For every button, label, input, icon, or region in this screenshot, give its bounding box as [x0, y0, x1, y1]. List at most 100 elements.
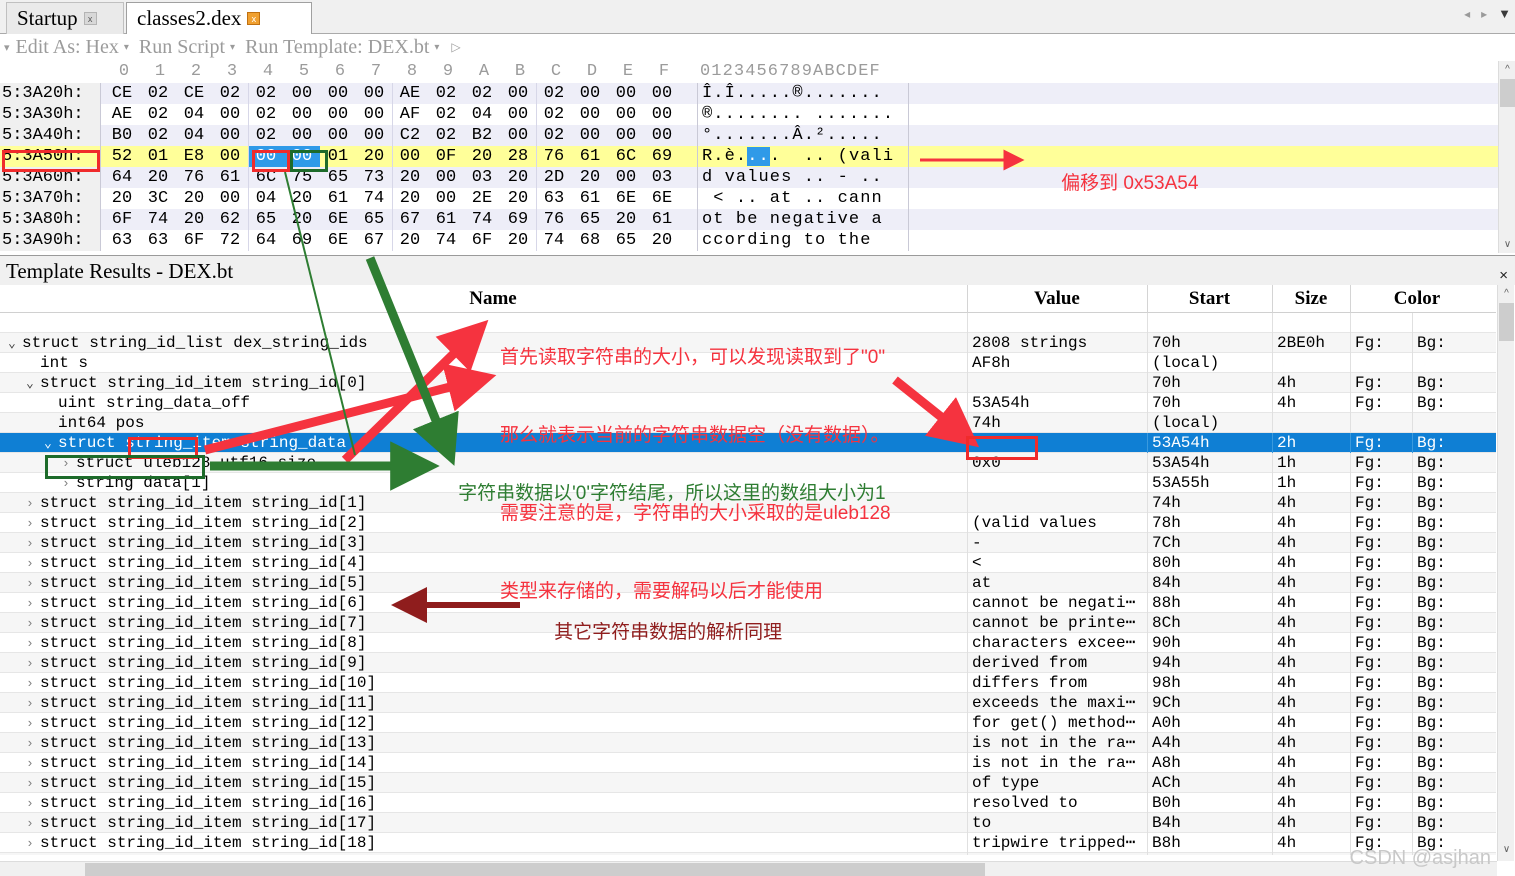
hex-byte[interactable]: 00 [644, 104, 680, 125]
hex-byte[interactable]: 69 [284, 230, 320, 251]
chevron-right-icon[interactable]: › [26, 674, 40, 694]
hex-row-ascii[interactable]: ®........ ....... [697, 104, 909, 125]
hex-byte[interactable]: 61 [572, 188, 608, 209]
hex-byte[interactable]: 69 [500, 209, 536, 230]
chevron-right-icon[interactable]: › [26, 574, 40, 594]
tree-node[interactable]: › struct string_id_item string_id[8] [26, 633, 366, 654]
tab-next-icon[interactable]: ▸ [1481, 7, 1487, 21]
hex-byte[interactable]: 63 [536, 188, 572, 209]
hex-vertical-scrollbar[interactable]: ^ ∨ [1498, 61, 1515, 253]
hex-byte[interactable]: 20 [176, 209, 212, 230]
tree-node[interactable]: › struct string_id_item string_id[15] [26, 773, 376, 794]
hex-byte[interactable]: 00 [356, 83, 392, 104]
chevron-right-icon[interactable]: › [26, 814, 40, 834]
hex-byte[interactable]: 00 [500, 83, 536, 104]
run-template-value[interactable]: DEX.bt [368, 36, 430, 59]
table-row[interactable]: › struct string_id_item string_id[11] exce… [0, 693, 1496, 713]
hex-row-ascii[interactable]: R.è.... .. (vali [697, 146, 909, 167]
tree-node[interactable]: › struct string_id_item string_id[13] [26, 733, 376, 754]
hex-row-ascii[interactable]: Î.Î.....®....... [697, 83, 909, 104]
hex-row-ascii[interactable]: ot be negative a [697, 209, 909, 230]
hex-byte[interactable]: 02 [248, 125, 284, 146]
tree-node[interactable]: › struct string_id_item string_id[9] [26, 653, 366, 674]
scroll-down-icon[interactable]: ∨ [1498, 841, 1515, 858]
hex-byte[interactable]: 02 [248, 83, 284, 104]
hex-byte[interactable]: 64 [104, 167, 140, 188]
hex-byte[interactable]: 74 [536, 230, 572, 251]
hex-byte[interactable]: 20 [500, 230, 536, 251]
tree-node[interactable]: ⌄ struct string_id_item string_id[0] [26, 373, 366, 394]
chevron-right-icon[interactable]: › [26, 514, 40, 534]
tab-prev-icon[interactable]: ◂ [1464, 7, 1470, 21]
tree-node[interactable]: › struct string_id_item string_id[2] [26, 513, 366, 534]
table-row[interactable]: uint string_data_off 53A54h 70h 4h Fg: Bg: [0, 393, 1496, 413]
table-row[interactable]: int s AF8h (local) [0, 353, 1496, 373]
table-row[interactable]: › struct string_id_item string_id[18] trip… [0, 833, 1496, 853]
hex-byte[interactable]: 00 [500, 104, 536, 125]
run-play-icon[interactable]: ▷ [451, 40, 460, 55]
table-row[interactable]: › struct string_id_item string_id[7] canno… [0, 613, 1496, 633]
hex-byte[interactable]: 02 [428, 125, 464, 146]
hex-row-ascii[interactable]: < .. at .. cann [697, 188, 909, 209]
hex-byte[interactable]: 00 [320, 104, 356, 125]
tab-classes2-dex[interactable]: classes2.dex x [126, 2, 312, 34]
table-row[interactable]: › struct string_id_item string_id[8] chara… [0, 633, 1496, 653]
tree-node[interactable]: int64 pos [44, 413, 144, 434]
hex-byte[interactable]: 04 [176, 125, 212, 146]
hex-row[interactable]: 5:3A30h: AE 02 04 00 02 00 00 00 AF 02 04 00 02 00 00 00… [0, 104, 1500, 125]
chevron-right-icon[interactable]: › [26, 834, 40, 854]
hex-byte[interactable]: C2 [392, 125, 428, 146]
close-icon[interactable]: x [83, 12, 97, 25]
table-row[interactable]: › struct string_id_item string_id[14] is n… [0, 753, 1496, 773]
table-row[interactable]: ⌄ struct string_id_item string_id[0] 70h 4h… [0, 373, 1496, 393]
chevron-down-icon[interactable]: ▾ [124, 42, 129, 53]
pin-icon[interactable]: ▾ [4, 41, 10, 54]
tree-node[interactable]: › struct string_id_item string_id[5] [26, 573, 366, 594]
hex-byte[interactable]: 02 [428, 104, 464, 125]
hex-row-ascii[interactable]: ccording to the [697, 230, 909, 251]
hex-byte[interactable]: 02 [428, 83, 464, 104]
hex-row[interactable]: 5:3A90h: 63 63 6F 72 64 69 6E 67 20 74 6F 20 74 68 65 20… [0, 230, 1500, 251]
hex-row-ascii[interactable]: °.......Â.²..... [697, 125, 909, 146]
hex-byte[interactable]: 00 [572, 125, 608, 146]
hex-byte[interactable]: 00 [428, 167, 464, 188]
hex-byte[interactable]: 61 [572, 146, 608, 167]
hex-byte[interactable]: 72 [212, 230, 248, 251]
chevron-down-icon[interactable]: ▾ [230, 42, 235, 53]
hex-byte[interactable]: 04 [248, 188, 284, 209]
tree-node[interactable]: › struct string_id_item string_id[14] [26, 753, 376, 774]
tree-node[interactable]: › struct string_id_item string_id[16] [26, 793, 376, 814]
hex-byte[interactable]: 64 [248, 230, 284, 251]
chevron-right-icon[interactable]: › [26, 854, 40, 855]
chevron-right-icon[interactable]: › [26, 494, 40, 514]
tree-node[interactable]: › struct string_id_item string_id[12] [26, 713, 376, 734]
hex-byte[interactable]: E8 [176, 146, 212, 167]
table-row[interactable]: › struct string_id_item string_id[15] of t… [0, 773, 1496, 793]
column-header-color[interactable]: Color [1351, 288, 1483, 310]
hex-byte[interactable]: 73 [356, 167, 392, 188]
hex-byte[interactable]: 20 [392, 188, 428, 209]
hex-byte[interactable]: 00 [644, 83, 680, 104]
chevron-down-icon[interactable]: ⌄ [44, 434, 58, 454]
tree-node[interactable]: ›struct string_id_item string_id[19] [26, 853, 376, 855]
hex-byte[interactable]: 20 [356, 146, 392, 167]
hex-byte[interactable]: CE [104, 83, 140, 104]
hex-byte[interactable]: 61 [320, 188, 356, 209]
hex-byte[interactable]: 65 [572, 209, 608, 230]
hex-byte[interactable]: 02 [248, 104, 284, 125]
hex-byte[interactable]: 6F [104, 209, 140, 230]
hex-byte[interactable]: 20 [392, 230, 428, 251]
hex-row-ascii[interactable]: d values .. - .. [697, 167, 909, 188]
hex-row[interactable]: 5:3A20h: CE 02 CE 02 02 00 00 00 AE 02 02 00 02 00 00 00… [0, 83, 1500, 104]
hex-byte[interactable]: 67 [356, 230, 392, 251]
chevron-right-icon[interactable]: › [26, 774, 40, 794]
table-row[interactable]: › struct string_id_item string_id[9] deriv… [0, 653, 1496, 673]
hex-byte[interactable]: 00 [284, 125, 320, 146]
hex-byte[interactable]: 2E [464, 188, 500, 209]
table-row[interactable]: › struct string_id_item string_id[5] at 84h… [0, 573, 1496, 593]
hex-byte[interactable]: 65 [356, 209, 392, 230]
column-header-size[interactable]: Size [1273, 288, 1349, 310]
hex-byte[interactable]: 00 [356, 125, 392, 146]
table-row[interactable]: › struct string_id_item string_id[12] for … [0, 713, 1496, 733]
hex-row[interactable]: 5:3A50h: 52 01 E8 00 00 00 01 20 00 0F 20 28 76 61 6C 69… [0, 146, 1500, 167]
